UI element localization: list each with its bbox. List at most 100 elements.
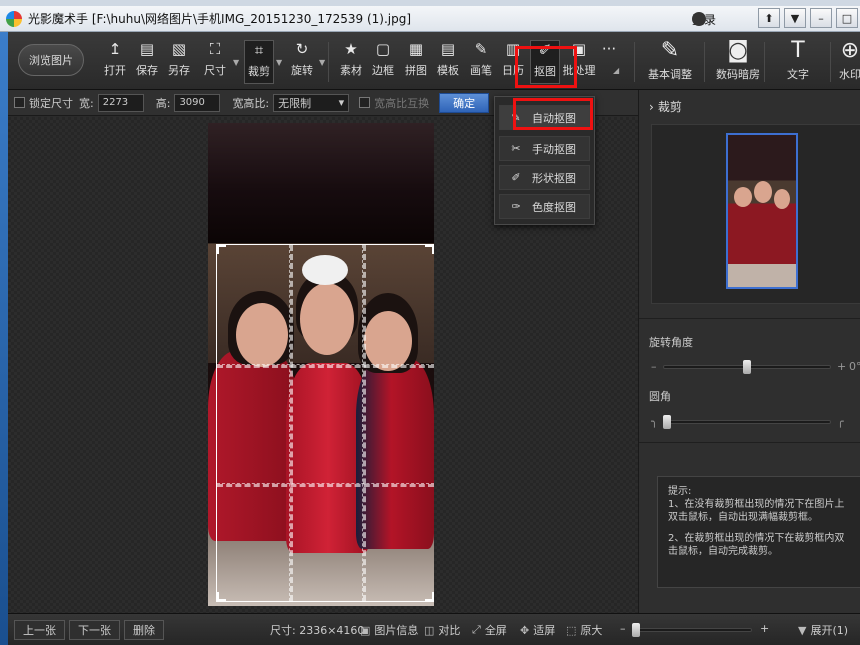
image-info-button[interactable]: ▣ 图片信息 [360,622,418,638]
material-button[interactable]: ★ 素材 [336,40,366,84]
save-button[interactable]: ▤ 保存 [132,40,162,84]
more-tools-button[interactable]: ··· [594,40,624,84]
delete-button[interactable]: 删除 [124,619,164,640]
open-icon: ↥ [108,40,122,58]
title-bar: 光影魔术手 [F:\huhu\网络图片\手机IMG_20151230_17253… [0,6,860,32]
skin-button[interactable]: ⬆ [758,8,780,28]
crop-handle-bottom-right[interactable] [425,592,434,602]
template-icon: ▤ [440,40,456,58]
panel-title[interactable]: › 裁剪 [649,98,682,115]
chevron-down-icon: ▾ [338,96,345,109]
swap-ratio-checkbox[interactable] [359,97,371,108]
corner-slider-knob[interactable] [663,415,671,429]
border-button[interactable]: ▢ 边框 [368,40,398,84]
login-button[interactable]: 登录 [692,9,716,29]
corner-square-icon: ╮ [651,415,658,428]
collage-button[interactable]: ▦ 拼图 [401,40,431,84]
crop-frame[interactable] [216,244,434,602]
text-icon: T [791,37,805,63]
right-panel: › 裁剪 旋转角度 – + 0° 圆角 ╮ ╭ 提示: 1、在没有裁剪框出现的情况… [638,90,860,613]
original-size-button[interactable]: ⬚ 原大 [566,622,602,638]
compare-button[interactable]: ◫ 对比 [424,622,460,638]
rotate-slider-knob[interactable] [743,360,751,374]
fullscreen-button[interactable]: ⤢ 全屏 [472,622,507,638]
crop-button[interactable]: ⌗ 裁剪 [244,40,274,84]
ratio-select[interactable]: 无限制 ▾ [273,93,350,112]
toolbar-separator [764,42,765,82]
menu-item-shape-cutout[interactable]: ✐ 形状抠图 [499,165,590,190]
thumb-face [774,189,790,209]
minus-icon[interactable]: – [651,360,657,373]
lock-size-checkbox[interactable] [14,97,25,108]
swap-ratio-label: 宽高比互换 [374,96,430,110]
text-button[interactable]: T 文字 [768,38,828,86]
rotate-dropdown-caret[interactable]: ▼ [319,58,325,67]
zoom-out-icon[interactable]: – [620,622,626,635]
basic-adjust-button[interactable]: ✎ 基本调整 [640,38,700,86]
edit-icon: ✎ [660,37,680,63]
save-as-button[interactable]: ▧ 另存 [164,40,194,84]
crop-handle-bottom-left[interactable] [216,592,226,602]
preview-thumbnail[interactable] [726,133,798,289]
photo[interactable] [208,123,434,606]
camera-icon: ◙ [727,37,749,63]
fit-icon: ✥ [520,623,530,637]
ratio-label: 宽高比: [232,96,270,110]
maximize-button[interactable]: □ [836,8,858,28]
zoom-in-icon[interactable]: + [760,622,769,635]
crop-dropdown-caret[interactable]: ▼ [276,58,282,67]
app-window: 光影魔术手 [F:\huhu\网络图片\手机IMG_20151230_17253… [0,0,860,645]
preview-box [651,124,860,304]
rotate-button[interactable]: ↻ 旋转 [287,40,317,84]
zoom-slider[interactable] [632,628,752,632]
height-input[interactable]: 3090 [174,93,221,112]
thumb-face [754,181,772,203]
crop-grid-line [289,245,293,601]
app-logo-icon [6,10,22,27]
brush-button[interactable]: ✎ 画笔 [466,40,496,84]
toolbar-separator [704,42,705,82]
user-icon [692,12,706,26]
digital-darkroom-button[interactable]: ◙ 数码暗房 [708,38,768,86]
watermark-button[interactable]: ⊕ 水印 [830,38,860,86]
fit-screen-button[interactable]: ✥ 适屏 [520,622,555,638]
original-size-icon: ⬚ [566,623,577,637]
open-button[interactable]: ↥ 打开 [100,40,130,84]
chevron-right-icon: › [649,99,654,114]
menu-item-chroma-cutout[interactable]: ✑ 色度抠图 [499,194,590,219]
plus-icon[interactable]: + [837,360,846,373]
minimize-button[interactable]: – [810,8,832,28]
auto-cutout-highlight [513,98,593,130]
crop-handle-top-left[interactable] [216,244,226,254]
chevron-down-icon: ▼ [798,623,807,637]
corner-round-icon: ╭ [837,415,844,428]
browse-images-button[interactable]: 浏览图片 [18,44,84,76]
size-icon: ⛶ [209,40,221,58]
zoom-slider-knob[interactable] [632,623,640,637]
panel-divider [639,442,860,443]
crop-handle-top-right[interactable] [425,244,434,254]
rotate-value: 0° [849,360,860,373]
info-icon: ▣ [360,623,371,637]
menu-button[interactable]: ▼ [784,8,806,28]
crop-icon: ⌗ [254,41,264,59]
shape-icon: ✐ [511,171,521,184]
brush-icon: ✎ [474,40,488,58]
tips-line-2: 2、在裁剪框出现的情况下在裁剪框内双击鼠标，自动完成裁剪。 [668,533,845,557]
window-title: 光影魔术手 [F:\huhu\网络图片\手机IMG_20151230_17253… [28,12,412,26]
corner-slider[interactable] [663,420,831,424]
size-dropdown-caret[interactable]: ▼ [233,58,239,67]
expand-button[interactable]: ▼ 展开(1) [798,622,848,638]
prev-image-button[interactable]: 上一张 [14,619,65,640]
size-button[interactable]: ⛶ 尺寸 [200,40,230,84]
desktop-edge [0,32,8,645]
menu-item-manual-cutout[interactable]: ✂ 手动抠图 [499,136,590,161]
template-button[interactable]: ▤ 模板 [433,40,463,84]
more-caret-icon[interactable]: ◢ [613,66,619,75]
lock-size-label: 锁定尺寸 [29,96,73,110]
more-icon: ··· [601,40,617,58]
width-input[interactable]: 2273 [97,93,144,112]
confirm-button[interactable]: 确定 [439,92,490,113]
next-image-button[interactable]: 下一张 [69,619,120,640]
save-icon: ▤ [139,40,155,58]
